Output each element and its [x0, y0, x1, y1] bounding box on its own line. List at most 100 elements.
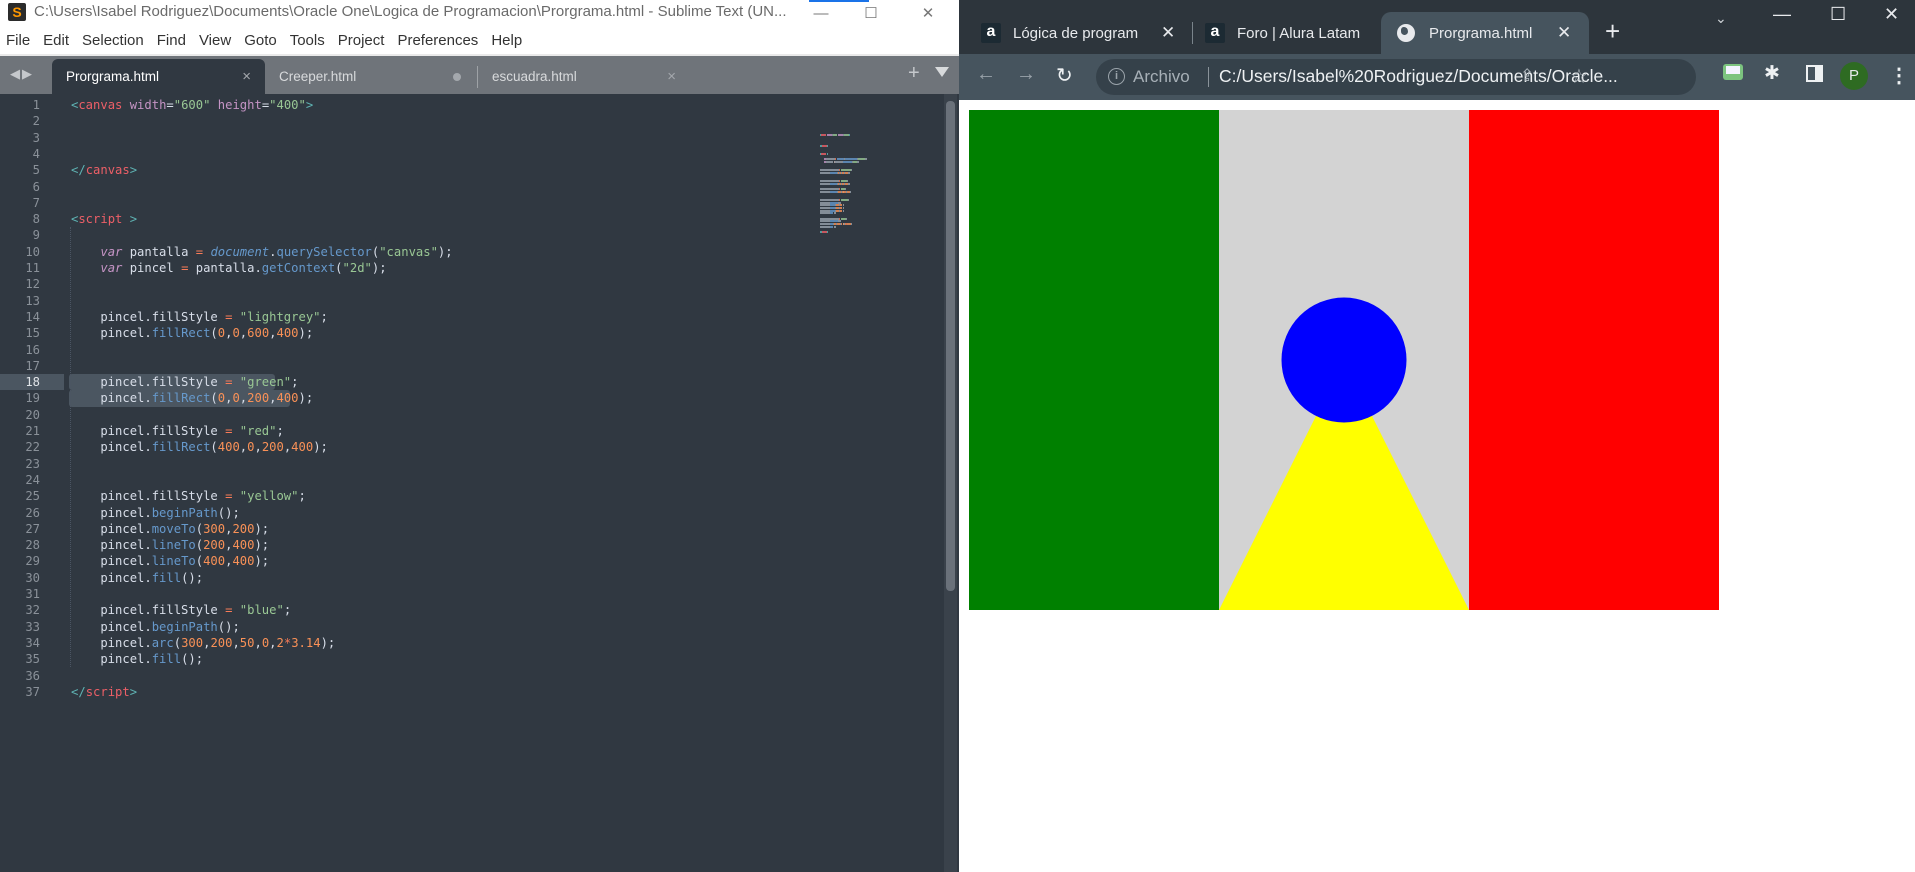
editor-tab-escuadra[interactable]: escuadra.html ×: [478, 59, 690, 94]
close-button[interactable]: ✕: [1884, 4, 1899, 25]
code-line[interactable]: 29 pincel.lineTo(400,400);: [0, 553, 940, 569]
new-tab-icon[interactable]: +: [908, 62, 920, 85]
new-tab-icon[interactable]: +: [1605, 16, 1620, 47]
green-rect: [969, 110, 1219, 610]
minimap[interactable]: [820, 134, 900, 234]
code-line[interactable]: 30 pincel.fill();: [0, 570, 940, 586]
code-line[interactable]: 13: [0, 293, 940, 309]
code-line[interactable]: 21 pincel.fillStyle = "red";: [0, 423, 940, 439]
browser-tab-foro[interactable]: a Foro | Alura Latam ✕: [1205, 12, 1405, 54]
tab-close-icon[interactable]: ×: [242, 68, 251, 85]
code-line[interactable]: 25 pincel.fillStyle = "yellow";: [0, 488, 940, 504]
code-line[interactable]: 5 </canvas>: [0, 162, 940, 178]
tab-close-icon[interactable]: ✕: [1557, 23, 1571, 43]
tab-search-icon[interactable]: ⌄: [1715, 10, 1727, 27]
maximize-button[interactable]: ☐: [1830, 4, 1846, 25]
menu-view[interactable]: View: [199, 32, 231, 49]
close-button[interactable]: ✕: [905, 0, 951, 26]
browser-tab-prorgrama[interactable]: Prorgrama.html ✕: [1381, 12, 1589, 54]
code-line[interactable]: 37 </script>: [0, 684, 940, 700]
reload-icon[interactable]: ↻: [1056, 63, 1073, 88]
code-line[interactable]: 8 <script >: [0, 211, 940, 227]
tab-nav-arrows-icon[interactable]: ◀▶: [10, 66, 34, 82]
code-line[interactable]: 7: [0, 195, 940, 211]
minimap-token: [820, 134, 827, 136]
info-icon[interactable]: i: [1108, 68, 1125, 85]
code-line[interactable]: 10 var pantalla = document.querySelector…: [0, 244, 940, 260]
code-line[interactable]: 20: [0, 407, 940, 423]
code-line[interactable]: 19 pincel.fillRect(0,0,200,400);: [0, 390, 940, 407]
browser-tab-logica[interactable]: a Lógica de program ✕: [981, 12, 1181, 54]
code-editor[interactable]: 1 <canvas width="600" height="400"> 2 3 4 5 </…: [0, 94, 959, 872]
code-line[interactable]: 12: [0, 276, 940, 292]
menu-selection[interactable]: Selection: [82, 32, 144, 49]
menu-project[interactable]: Project: [338, 32, 385, 49]
code-line[interactable]: 35 pincel.fill();: [0, 651, 940, 667]
menu-tools[interactable]: Tools: [290, 32, 325, 49]
code-text: pincel.fillRect(0,0,600,400);: [71, 326, 314, 341]
menu-edit[interactable]: Edit: [43, 32, 69, 49]
forward-arrow-icon[interactable]: →: [1016, 63, 1036, 86]
code-line[interactable]: 31: [0, 586, 940, 602]
code-line[interactable]: 4: [0, 146, 940, 162]
minimap-token: [826, 158, 836, 161]
line-number: 3: [32, 130, 40, 145]
editor-tab-prorgrama[interactable]: Prorgrama.html ×: [52, 59, 265, 94]
tab-title: Foro | Alura Latam: [1237, 24, 1361, 42]
code-line[interactable]: 32 pincel.fillStyle = "blue";: [0, 602, 940, 618]
code-line[interactable]: 2: [0, 113, 940, 129]
minimap-token: [820, 217, 839, 220]
code-line[interactable]: 26 pincel.beginPath();: [0, 505, 940, 521]
tab-close-icon[interactable]: ×: [667, 68, 676, 85]
code-line[interactable]: 3: [0, 130, 940, 146]
extensions-puzzle-icon[interactable]: ✱: [1764, 62, 1780, 85]
code-line[interactable]: 28 pincel.lineTo(200,400);: [0, 537, 940, 553]
menu-goto[interactable]: Goto: [244, 32, 277, 49]
code-line[interactable]: 34 pincel.arc(300,200,50,0,2*3.14);: [0, 635, 940, 651]
editor-tab-creeper[interactable]: Creeper.html: [265, 59, 477, 94]
line-number: 26: [25, 505, 40, 520]
scrollbar-thumb[interactable]: [946, 101, 955, 591]
menu-preferences[interactable]: Preferences: [397, 32, 478, 49]
back-arrow-icon[interactable]: ←: [976, 63, 996, 86]
code-line[interactable]: 6: [0, 179, 940, 195]
share-icon[interactable]: ⇪: [1520, 66, 1534, 86]
code-line[interactable]: 36: [0, 668, 940, 684]
minimize-button[interactable]: —: [798, 0, 844, 26]
address-bar[interactable]: i Archivo C:/Users/Isabel%20Rodriguez/Do…: [1096, 59, 1696, 95]
bookmark-star-icon[interactable]: ☆: [1570, 64, 1588, 89]
line-number: 21: [25, 424, 40, 438]
code-line[interactable]: 23: [0, 456, 940, 472]
maximize-button[interactable]: ☐: [848, 0, 894, 26]
unsaved-dot-icon[interactable]: [453, 73, 461, 81]
mail-extension-icon[interactable]: [1723, 64, 1743, 80]
line-number: 27: [25, 521, 40, 536]
menu-file[interactable]: File: [6, 32, 30, 49]
code-line[interactable]: 33 pincel.beginPath();: [0, 619, 940, 635]
code-line[interactable]: 15 pincel.fillRect(0,0,600,400);: [0, 325, 940, 341]
blue-circle: [1281, 297, 1407, 423]
tab-close-icon[interactable]: ✕: [1161, 23, 1175, 43]
menu-find[interactable]: Find: [157, 32, 186, 49]
tab-list-dropdown-icon[interactable]: [935, 67, 949, 77]
url-text[interactable]: C:/Users/Isabel%20Rodriguez/Documents/Or…: [1219, 66, 1618, 87]
code-line[interactable]: 14 pincel.fillStyle = "lightgrey";: [0, 309, 940, 325]
line-number: 22: [25, 440, 40, 455]
code-line[interactable]: 27 pincel.moveTo(300,200);: [0, 521, 940, 537]
side-panel-icon[interactable]: [1806, 65, 1823, 82]
code-line[interactable]: 24: [0, 472, 940, 488]
menu-help[interactable]: Help: [491, 32, 522, 49]
minimap-token: [838, 220, 841, 223]
code-line[interactable]: 18 pincel.fillStyle = "green";: [0, 374, 940, 391]
profile-avatar[interactable]: P: [1840, 62, 1868, 90]
code-line[interactable]: 17: [0, 358, 940, 374]
code-line[interactable]: 9: [0, 227, 940, 243]
code-line[interactable]: 16: [0, 342, 940, 358]
code-line[interactable]: 22 pincel.fillRect(400,0,200,400);: [0, 439, 940, 455]
kebab-menu-icon[interactable]: ⋮: [1889, 63, 1909, 88]
code-text: pincel.fillStyle = "blue";: [71, 603, 292, 618]
code-line[interactable]: 1 <canvas width="600" height="400">: [0, 97, 940, 113]
code-line[interactable]: 11 var pincel = pantalla.getContext("2d"…: [0, 260, 940, 276]
minimize-button[interactable]: —: [1773, 4, 1791, 25]
line-number: 11: [25, 261, 40, 275]
